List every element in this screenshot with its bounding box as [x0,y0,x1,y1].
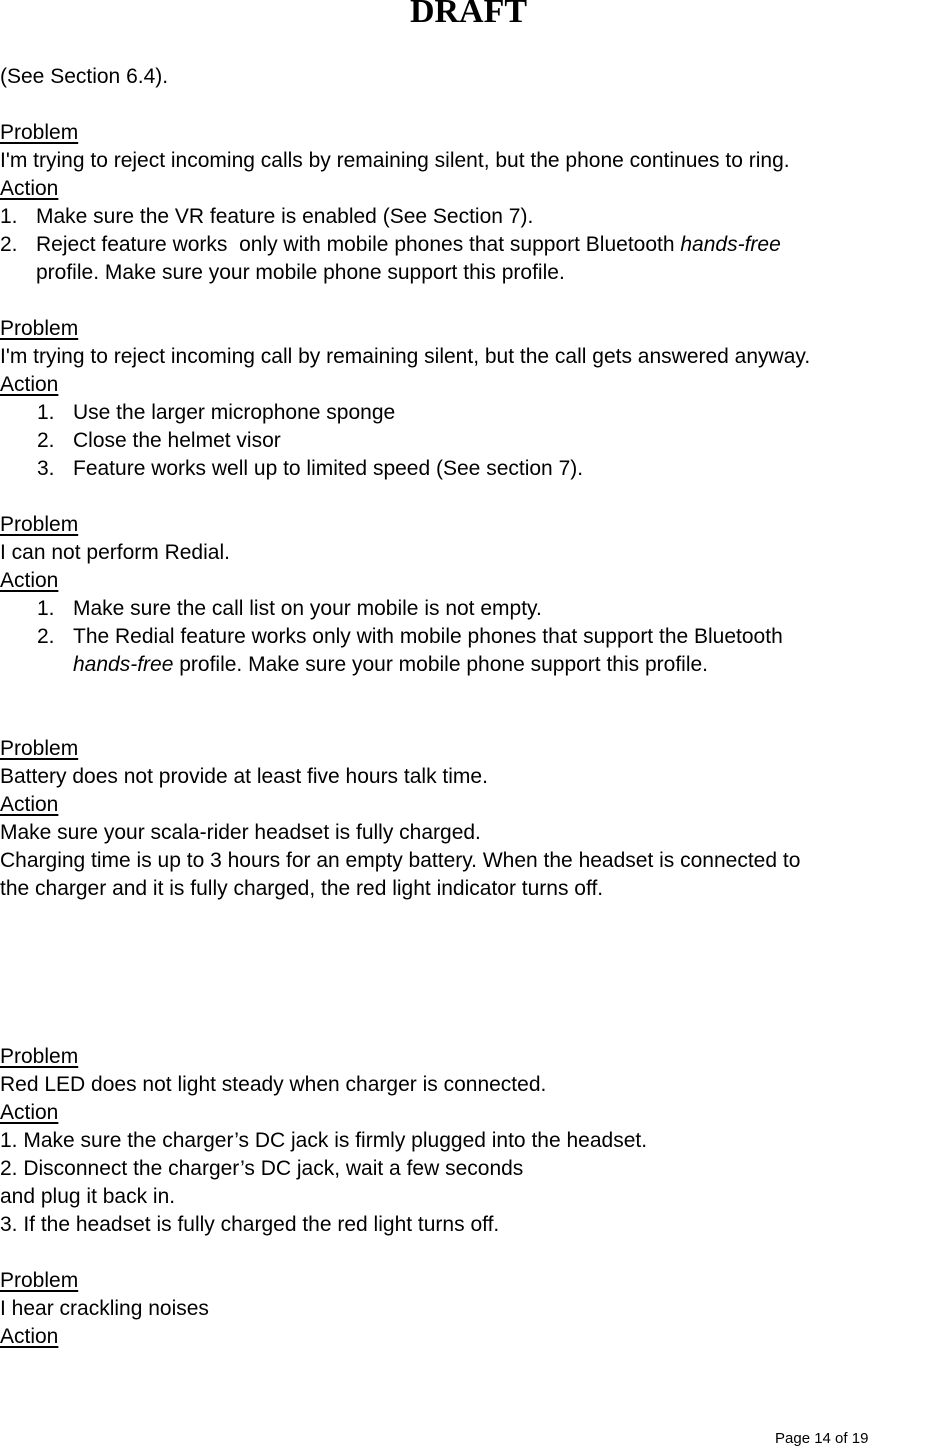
action-label: Action [0,373,59,396]
item-number: 1. [37,401,55,424]
item-number: 1. [37,597,55,620]
intro-reference: (See Section 6.4). [0,65,169,88]
action-item: 2. Close the helmet visor [37,427,281,455]
item-text: The Redial feature works only with mobil… [73,625,783,648]
action-item: 1. Make sure the VR feature is enabled (S… [0,203,533,231]
action-item-continued: hands-free profile. Make sure your mobil… [73,651,708,679]
action-item: 3. Feature works well up to limited speed… [37,455,583,483]
item-text: Reject feature works only with mobile ph… [36,233,681,256]
action-text: Make sure your scala-rider headset is fu… [0,821,481,844]
item-number: 2. [0,233,18,256]
action-item: 2. Reject feature works only with mobile … [0,231,781,259]
draft-header: DRAFT [409,0,528,30]
item-number: 1. [0,205,18,228]
problem-text: I'm trying to reject incoming calls by r… [0,149,790,172]
action-text: 2. Disconnect the charger’s DC jack, wai… [0,1157,524,1180]
problem-text: I'm trying to reject incoming call by re… [0,345,811,368]
action-text: and plug it back in. [0,1185,176,1208]
problem-text: I can not perform Redial. [0,541,230,564]
action-label: Action [0,569,59,592]
item-text: Close the helmet visor [73,429,281,452]
action-text: Charging time is up to 3 hours for an em… [0,849,801,872]
problem-text: Red LED does not light steady when charg… [0,1073,547,1096]
problem-label: Problem [0,121,79,144]
problem-label: Problem [0,737,79,760]
problem-label: Problem [0,317,79,340]
problem-text: I hear crackling noises [0,1297,209,1320]
page-number: Page 14 of 19 [775,1430,869,1447]
item-number: 3. [37,457,55,480]
item-text: Feature works well up to limited speed (… [73,457,584,480]
problem-text: Battery does not provide at least five h… [0,765,488,788]
action-text: 3. If the headset is fully charged the r… [0,1213,500,1236]
item-text-italic: hands-free [73,653,174,676]
action-label: Action [0,1325,59,1348]
problem-label: Problem [0,1045,79,1068]
item-text: Use the larger microphone sponge [73,401,396,424]
action-label: Action [0,1101,59,1124]
action-item: 1. Use the larger microphone sponge [37,399,395,427]
action-item: 2. The Redial feature works only with mob… [37,623,783,651]
action-text: the charger and it is fully charged, the… [0,877,604,900]
item-text: profile. Make sure your mobile phone sup… [173,653,709,676]
action-text: 1. Make sure the charger’s DC jack is fi… [0,1129,648,1152]
problem-label: Problem [0,1269,79,1292]
item-text: Make sure the call list on your mobile i… [73,597,542,620]
action-item: 1. Make sure the call list on your mobile… [37,595,542,623]
action-label: Action [0,177,59,200]
item-number: 2. [37,429,55,452]
item-text-italic: hands-free [680,233,781,256]
item-number: 2. [37,625,55,648]
action-item-continued: profile. Make sure your mobile phone sup… [36,261,565,284]
problem-label: Problem [0,513,79,536]
item-text: Make sure the VR feature is enabled (See… [36,205,534,228]
action-label: Action [0,793,59,816]
